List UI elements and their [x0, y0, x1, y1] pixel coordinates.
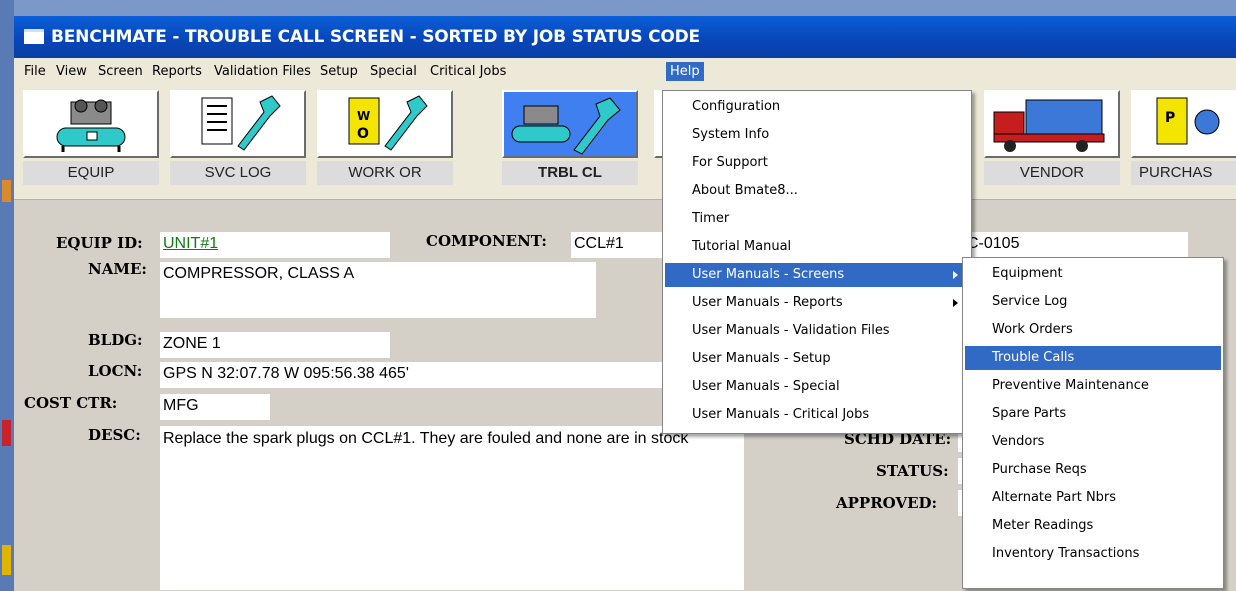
- equip-id-field[interactable]: UNIT#1: [160, 232, 390, 258]
- menu-item-system-info[interactable]: System Info: [665, 123, 969, 147]
- menu-item-user-manuals-setup[interactable]: User Manuals - Setup: [665, 347, 969, 371]
- menu-reports[interactable]: Reports: [148, 62, 206, 81]
- menu-item-user-manuals-screens[interactable]: User Manuals - Screens: [665, 263, 969, 287]
- locn-label: LOCN:: [88, 362, 143, 380]
- help-menu: Configuration System Info For Support Ab…: [662, 90, 972, 434]
- submenu-item-equipment[interactable]: Equipment: [965, 262, 1221, 286]
- submenu-item-alternate-part-nbrs[interactable]: Alternate Part Nbrs: [965, 486, 1221, 510]
- menu-item-user-manuals-reports[interactable]: User Manuals - Reports: [665, 291, 969, 315]
- toolbar-equip-button[interactable]: EQUIP: [23, 90, 159, 186]
- menu-item-user-manuals-critical-jobs[interactable]: User Manuals - Critical Jobs: [665, 403, 969, 427]
- submenu-item-purchase-reqs[interactable]: Purchase Reqs: [965, 458, 1221, 482]
- menu-item-timer[interactable]: Timer: [665, 207, 969, 231]
- window-title: BENCHMATE - TROUBLE CALL SCREEN - SORTED…: [51, 27, 700, 47]
- menu-critical-jobs[interactable]: Critical Jobs: [426, 62, 510, 81]
- bldg-field[interactable]: ZONE 1: [160, 332, 390, 358]
- menu-item-label: User Manuals - Screens: [692, 267, 845, 282]
- cost-ctr-field[interactable]: MFG: [160, 394, 270, 420]
- cost-ctr-label: COST CTR:: [24, 394, 118, 412]
- toolbar-svc-log-label: SVC LOG: [170, 161, 306, 185]
- toolbar-purchase-button[interactable]: P PURCHAS: [1131, 90, 1236, 186]
- svg-text:O: O: [357, 126, 369, 142]
- submenu-item-trouble-calls[interactable]: Trouble Calls: [965, 346, 1221, 370]
- window-icon[interactable]: [24, 29, 44, 44]
- menu-special[interactable]: Special: [366, 62, 421, 81]
- submenu-item-inventory-transactions[interactable]: Inventory Transactions: [965, 542, 1221, 566]
- toolbar-equip-label: EQUIP: [23, 161, 159, 185]
- desktop-background: [0, 0, 14, 591]
- menu-setup[interactable]: Setup: [316, 62, 362, 81]
- toolbar-trouble-call-label: TRBL CL: [502, 161, 638, 185]
- toolbar-vendor-button[interactable]: VENDOR: [984, 90, 1120, 186]
- submenu-item-preventive-maintenance[interactable]: Preventive Maintenance: [965, 374, 1221, 398]
- submenu-arrow-icon: [953, 299, 958, 307]
- toolbar-purchase-label: PURCHAS: [1131, 161, 1236, 185]
- desktop-icon-sliver: [2, 545, 11, 575]
- menu-item-tutorial-manual[interactable]: Tutorial Manual: [665, 235, 969, 259]
- desc-label: DESC:: [88, 426, 141, 444]
- menu-screen[interactable]: Screen: [94, 62, 147, 81]
- screens-submenu: Equipment Service Log Work Orders Troubl…: [962, 257, 1224, 589]
- toolbar-vendor-label: VENDOR: [984, 161, 1120, 185]
- desktop-icon-sliver: [2, 420, 11, 446]
- status-label: STATUS:: [876, 462, 949, 480]
- menu-item-user-manuals-validation-files[interactable]: User Manuals - Validation Files: [665, 319, 969, 343]
- trouble-call-icon: [502, 90, 638, 158]
- toolbar: EQUIP SVC LOG W O WORK OR TRBL CL VENDOR…: [14, 86, 1236, 200]
- vendor-truck-icon: [984, 90, 1120, 158]
- bldg-label: BLDG:: [88, 331, 143, 349]
- svg-text:W: W: [357, 109, 370, 123]
- menu-item-for-support[interactable]: For Support: [665, 151, 969, 175]
- menu-item-configuration[interactable]: Configuration: [665, 95, 969, 119]
- service-log-icon: [170, 90, 306, 158]
- compressor-icon: [23, 90, 159, 158]
- toolbar-trouble-call-button[interactable]: TRBL CL: [502, 90, 638, 186]
- menu-item-label: User Manuals - Reports: [692, 295, 843, 310]
- equip-id-label: EQUIP ID:: [56, 234, 143, 252]
- menu-help[interactable]: Help: [666, 62, 704, 81]
- svg-text:P: P: [1165, 110, 1175, 126]
- desc-field[interactable]: Replace the spark plugs on CCL#1. They a…: [160, 426, 744, 590]
- submenu-item-spare-parts[interactable]: Spare Parts: [965, 402, 1221, 426]
- submenu-item-meter-readings[interactable]: Meter Readings: [965, 514, 1221, 538]
- menu-item-user-manuals-special[interactable]: User Manuals - Special: [665, 375, 969, 399]
- toolbar-work-order-button[interactable]: W O WORK OR: [317, 90, 453, 186]
- component-field[interactable]: CCL#1: [571, 232, 671, 258]
- approved-label: APPROVED:: [836, 494, 938, 512]
- submenu-arrow-icon: [953, 271, 958, 279]
- menu-item-about[interactable]: About Bmate8...: [665, 179, 969, 203]
- toolbar-work-order-label: WORK OR: [317, 161, 453, 185]
- component-label: COMPONENT:: [426, 232, 547, 250]
- title-bar[interactable]: BENCHMATE - TROUBLE CALL SCREEN - SORTED…: [14, 16, 1236, 58]
- submenu-item-vendors[interactable]: Vendors: [965, 430, 1221, 454]
- submenu-item-service-log[interactable]: Service Log: [965, 290, 1221, 314]
- work-order-icon: W O: [317, 90, 453, 158]
- menu-view[interactable]: View: [52, 62, 91, 81]
- menu-file[interactable]: File: [20, 62, 50, 81]
- menu-validation-files[interactable]: Validation Files: [210, 62, 315, 81]
- purchase-icon: P: [1131, 90, 1236, 158]
- toolbar-svc-log-button[interactable]: SVC LOG: [170, 90, 306, 186]
- desktop-icon-sliver: [2, 180, 11, 202]
- name-label: NAME:: [88, 260, 147, 278]
- right-top-field[interactable]: C-0105: [964, 232, 1188, 258]
- submenu-item-work-orders[interactable]: Work Orders: [965, 318, 1221, 342]
- app-window: BENCHMATE - TROUBLE CALL SCREEN - SORTED…: [14, 16, 1236, 591]
- locn-field[interactable]: GPS N 32:07.78 W 095:56.38 465': [160, 362, 670, 388]
- name-field[interactable]: COMPRESSOR, CLASS A: [160, 262, 596, 318]
- menu-bar: File View Screen Reports Validation File…: [14, 58, 1236, 84]
